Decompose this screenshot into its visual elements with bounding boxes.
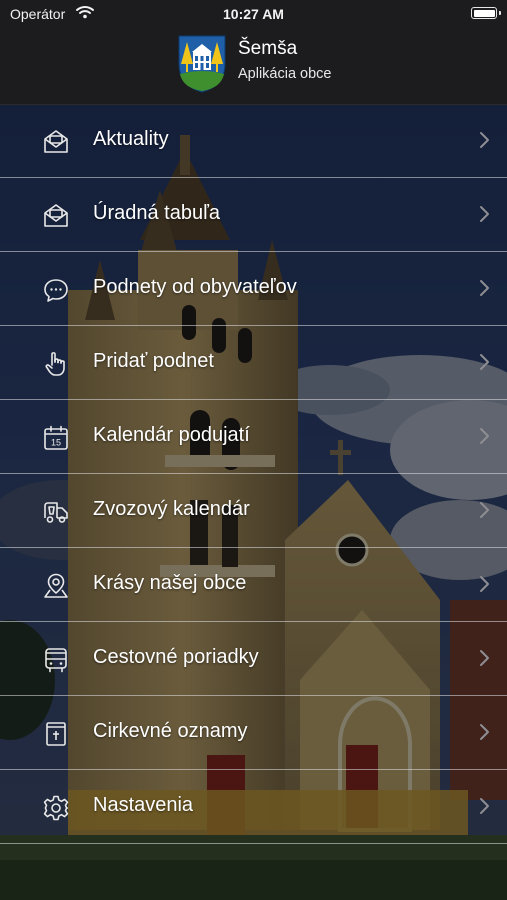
coat-of-arms-logo xyxy=(178,35,226,93)
menu-item-nastavenia[interactable]: Nastavenia xyxy=(0,770,507,844)
chevron-right-icon xyxy=(478,205,490,223)
menu-item-kalendar-podujati[interactable]: 15 Kalendár podujatí xyxy=(0,400,507,474)
chevron-right-icon xyxy=(478,501,490,519)
menu-item-aktuality[interactable]: Aktuality xyxy=(0,104,507,178)
app-header: Šemša Aplikácia obce xyxy=(0,28,507,105)
chevron-right-icon xyxy=(478,723,490,741)
app-title: Šemša xyxy=(238,38,298,59)
status-time: 10:27 AM xyxy=(223,6,284,22)
chevron-right-icon xyxy=(478,427,490,445)
menu-item-cestovne-poriadky[interactable]: Cestovné poriadky xyxy=(0,622,507,696)
menu-item-label: Cestovné poriadky xyxy=(93,646,259,668)
menu-item-label: Cirkevné oznamy xyxy=(93,720,248,742)
status-bar: Operátor 10:27 AM xyxy=(0,0,507,28)
pointing-hand-icon xyxy=(42,350,70,378)
chevron-right-icon xyxy=(478,575,490,593)
menu-item-label: Kalendár podujatí xyxy=(93,424,250,446)
menu-item-krasy-obce[interactable]: Krásy našej obce xyxy=(0,548,507,622)
menu-item-uradna-tabula[interactable]: Úradná tabuľa xyxy=(0,178,507,252)
chevron-right-icon xyxy=(478,279,490,297)
menu-item-podnety[interactable]: Podnety od obyvateľov xyxy=(0,252,507,326)
battery-icon xyxy=(471,7,501,19)
menu-item-label: Zvozový kalendár xyxy=(93,498,250,520)
menu-item-zvozovy-kalendar[interactable]: Zvozový kalendár xyxy=(0,474,507,548)
menu-item-label: Krásy našej obce xyxy=(93,572,247,594)
calendar-day-number: 15 xyxy=(51,438,61,448)
main-menu: Aktuality Úradná tabuľa Podnety od obyva… xyxy=(0,104,507,844)
chevron-right-icon xyxy=(478,649,490,667)
menu-item-label: Nastavenia xyxy=(93,794,194,816)
menu-item-label: Pridať podnet xyxy=(93,350,214,372)
bus-icon xyxy=(42,646,70,674)
chevron-right-icon xyxy=(478,797,490,815)
app-subtitle: Aplikácia obce xyxy=(238,66,332,82)
garbage-truck-icon xyxy=(42,498,70,526)
header-titles: Šemša Aplikácia obce xyxy=(238,38,332,82)
chevron-right-icon xyxy=(478,131,490,149)
gear-icon xyxy=(42,794,70,822)
envelope-icon xyxy=(42,128,70,156)
menu-item-label: Podnety od obyvateľov xyxy=(93,276,297,298)
menu-item-cirkevne-oznamy[interactable]: Cirkevné oznamy xyxy=(0,696,507,770)
menu-item-label: Úradná tabuľa xyxy=(93,202,221,224)
church-notice-icon xyxy=(42,720,70,748)
map-pin-icon xyxy=(42,572,70,600)
envelope-icon xyxy=(42,202,70,230)
menu-item-pridat-podnet[interactable]: Pridať podnet xyxy=(0,326,507,400)
chat-bubble-icon xyxy=(42,276,70,304)
menu-item-label: Aktuality xyxy=(93,128,169,150)
chevron-right-icon xyxy=(478,353,490,371)
calendar-icon: 15 xyxy=(42,424,70,452)
